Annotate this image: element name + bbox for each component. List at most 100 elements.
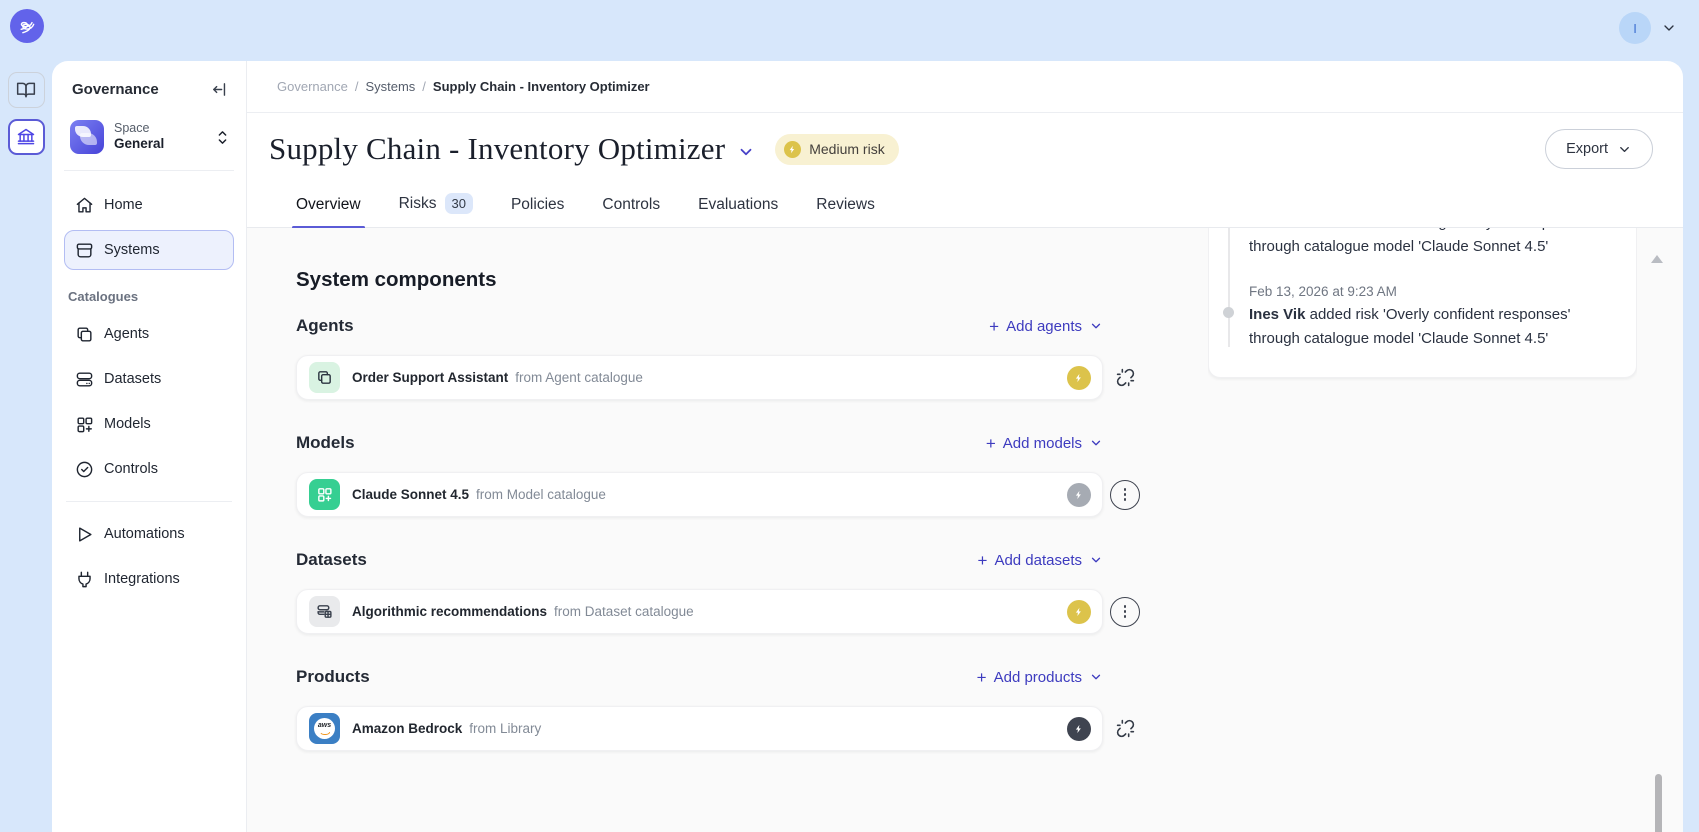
chevron-down-icon [1089, 436, 1103, 450]
systems-icon [75, 241, 94, 260]
breadcrumb-governance[interactable]: Governance [277, 79, 348, 94]
sidebar-item-datasets[interactable]: Datasets [64, 359, 234, 399]
breadcrumb-separator: / [422, 79, 426, 94]
model-icon [309, 479, 340, 510]
sidebar-item-home[interactable]: Home [64, 185, 234, 225]
unlink-icon[interactable] [1103, 719, 1147, 738]
tab-bar: Overview Risks30 Policies Controls Evalu… [247, 185, 1683, 228]
add-models-button[interactable]: + Add models [986, 435, 1103, 452]
space-switcher-chevrons-icon [215, 129, 230, 146]
export-button[interactable]: Export [1545, 129, 1653, 169]
agents-section-title: Agents [296, 316, 354, 336]
kebab-icon [1110, 597, 1140, 627]
bolt-status-icon [1067, 717, 1091, 741]
breadcrumb-current: Supply Chain - Inventory Optimizer [433, 79, 650, 94]
logo-squiggle-icon [17, 16, 37, 36]
catalogues-section-label: Catalogues [64, 275, 234, 314]
space-label: Space [114, 121, 205, 137]
unlink-icon[interactable] [1103, 368, 1147, 387]
export-chevron-down-icon [1617, 142, 1632, 157]
component-name: Amazon Bedrock [352, 721, 462, 736]
icon-rail [0, 61, 52, 832]
plus-icon: + [986, 435, 996, 452]
book-icon [16, 80, 36, 100]
models-section: Models + Add models Claude Sonnet 4 [296, 433, 1147, 517]
space-selector[interactable]: Space General [64, 112, 234, 171]
product-row[interactable]: aws Amazon Bedrock from Library [296, 706, 1103, 751]
overview-content: System components Agents + Add agents [247, 228, 1683, 832]
breadcrumb-separator: / [355, 79, 359, 94]
topbar: I [0, 0, 1699, 61]
governance-rail-button[interactable] [8, 119, 45, 155]
breadcrumb: Governance / Systems / Supply Chain - In… [247, 61, 1683, 113]
component-source: from Model catalogue [476, 487, 606, 502]
sidebar-item-label: Controls [104, 461, 158, 477]
models-icon [75, 415, 94, 434]
sidebar-item-systems[interactable]: Systems [64, 230, 234, 270]
tab-evaluations[interactable]: Evaluations [698, 196, 778, 227]
tab-risks[interactable]: Risks30 [399, 193, 473, 227]
agents-section: Agents + Add agents Order Support A [296, 316, 1147, 400]
app-logo[interactable] [10, 9, 44, 43]
risk-badge: Medium risk [775, 134, 898, 165]
component-name: Claude Sonnet 4.5 [352, 487, 469, 502]
component-name: Order Support Assistant [352, 370, 508, 385]
page-header: Supply Chain - Inventory Optimizer Mediu… [247, 113, 1683, 185]
sidebar-item-label: Systems [104, 242, 160, 258]
kebab-icon [1110, 480, 1140, 510]
timeline-line [1228, 228, 1230, 347]
bolt-status-icon [1067, 483, 1091, 507]
library-rail-button[interactable] [8, 72, 45, 108]
add-agents-button[interactable]: + Add agents [989, 318, 1103, 335]
sidebar-item-label: Models [104, 416, 151, 432]
agents-icon [75, 325, 94, 344]
controls-icon [75, 460, 94, 479]
plus-icon: + [977, 669, 987, 686]
activity-timestamp: Feb 13, 2026 at 9:23 AM [1249, 281, 1608, 303]
plus-icon: + [978, 552, 988, 569]
sidebar-nav: Home Systems Catalogues Agents Datasets … [64, 171, 234, 599]
model-row[interactable]: Claude Sonnet 4.5 from Model catalogue [296, 472, 1103, 517]
sidebar-item-models[interactable]: Models [64, 404, 234, 444]
activity-feed[interactable]: Ines Vik added risk 'False legitimacy as… [1208, 228, 1637, 440]
breadcrumb-systems[interactable]: Systems [365, 79, 415, 94]
sidebar-divider [66, 501, 232, 502]
avatar[interactable]: I [1619, 12, 1651, 44]
sidebar-item-label: Datasets [104, 371, 161, 387]
space-name: General [114, 136, 205, 153]
tab-overview[interactable]: Overview [296, 196, 361, 227]
chevron-down-icon [1089, 553, 1103, 567]
sidebar-collapse-icon[interactable] [211, 81, 228, 98]
activity-text: added risk 'False legitimacy assumption'… [1249, 228, 1577, 255]
kebab-menu-button[interactable] [1103, 480, 1147, 510]
agent-row[interactable]: Order Support Assistant from Agent catal… [296, 355, 1103, 400]
title-chevron-down-icon[interactable] [737, 143, 755, 161]
bolt-status-icon [1067, 366, 1091, 390]
datasets-icon [75, 370, 94, 389]
dataset-row[interactable]: Algorithmic recommendations from Dataset… [296, 589, 1103, 634]
timeline-dot [1223, 307, 1234, 318]
component-source: from Library [469, 721, 541, 736]
sidebar-item-label: Automations [104, 526, 185, 542]
models-section-title: Models [296, 433, 355, 453]
add-datasets-button[interactable]: + Add datasets [978, 552, 1104, 569]
tab-controls[interactable]: Controls [602, 196, 660, 227]
aws-icon: aws [309, 713, 340, 744]
sidebar-item-integrations[interactable]: Integrations [64, 559, 234, 599]
sidebar-item-controls[interactable]: Controls [64, 449, 234, 489]
tab-policies[interactable]: Policies [511, 196, 564, 227]
tab-reviews[interactable]: Reviews [816, 196, 875, 227]
sidebar-item-automations[interactable]: Automations [64, 514, 234, 554]
scroll-up-arrow[interactable] [1651, 255, 1663, 263]
system-components-heading: System components [296, 268, 1147, 292]
activity-actor: Ines Vik [1249, 306, 1305, 323]
sidebar-item-agents[interactable]: Agents [64, 314, 234, 354]
account-menu-chevron-down-icon[interactable] [1661, 20, 1677, 36]
activity-entry: Feb 13, 2026 at 9:23 AM Ines Vik added r… [1249, 281, 1608, 351]
component-source: from Dataset catalogue [554, 604, 694, 619]
add-products-button[interactable]: + Add products [977, 669, 1103, 686]
kebab-menu-button[interactable] [1103, 597, 1147, 627]
page-title: Supply Chain - Inventory Optimizer [269, 131, 725, 167]
automations-icon [75, 525, 94, 544]
scrollbar-thumb[interactable] [1655, 774, 1662, 832]
